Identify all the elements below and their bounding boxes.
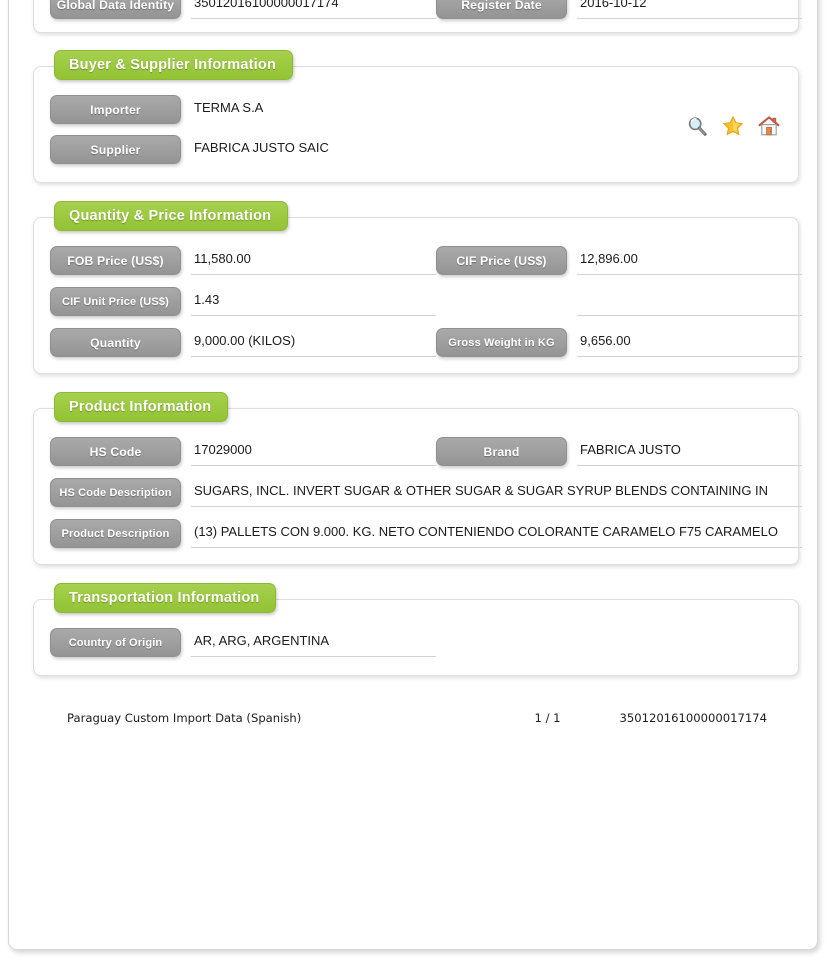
document-page: Global Data Identity 3501201610000001717… [8, 0, 818, 950]
document-footer: Paraguay Custom Import Data (Spanish) 1 … [33, 703, 799, 733]
field-row: Quantity 9,000.00 (KILOS) Gross Weight i… [50, 328, 802, 357]
field-value-cif-unit-price: 1.43 [191, 287, 436, 316]
field-hs-code: HS Code 17029000 [50, 437, 436, 466]
field-value-supplier: FABRICA JUSTO SAIC [194, 140, 329, 155]
field-value-fob-price: 11,580.00 [191, 246, 436, 275]
field-quantity: Quantity 9,000.00 (KILOS) [50, 328, 436, 357]
section-card-transportation: Transportation Information Country of Or… [33, 583, 799, 676]
section-title-buyer-supplier: Buyer & Supplier Information [54, 50, 294, 80]
section-title-product: Product Information [54, 392, 229, 422]
field-supplier: Supplier FABRICA JUSTO SAIC [50, 135, 436, 164]
field-value-importer: TERMA S.A [194, 100, 264, 115]
field-rows-identity: Global Data Identity 3501201610000001717… [50, 0, 802, 19]
field-fob-price: FOB Price (US$) 11,580.00 [50, 246, 436, 275]
field-label-quantity: Quantity [50, 328, 181, 357]
field-row: HS Code 17029000 Brand FABRICA JUSTO [50, 437, 802, 466]
field-label-fob-price: FOB Price (US$) [50, 246, 181, 275]
field-row: Product Description (13) PALLETS CON 9.0… [50, 519, 802, 548]
field-value-gross-weight: 9,656.00 [577, 328, 802, 357]
field-global-data-identity: Global Data Identity 3501201610000001717… [50, 0, 436, 19]
footer-source-label: Paraguay Custom Import Data (Spanish) [67, 711, 302, 725]
field-value-hs-code: 17029000 [191, 437, 436, 466]
section-card-buyer-supplier: Buyer & Supplier Information Importer TE… [33, 50, 799, 183]
field-register-date: Register Date 2016-10-12 [436, 0, 802, 19]
star-icon[interactable] [722, 115, 744, 137]
field-value-cif-price: 12,896.00 [577, 246, 802, 275]
section-card-quantity-price: Quantity & Price Information FOB Price (… [33, 201, 802, 374]
search-icon[interactable] [686, 115, 708, 137]
field-cif-unit-price: CIF Unit Price (US$) 1.43 [50, 287, 436, 316]
field-spacer [436, 287, 802, 316]
field-label-global-data-identity: Global Data Identity [50, 0, 181, 19]
home-icon[interactable] [758, 115, 780, 137]
field-country-of-origin: Country of Origin AR, ARG, ARGENTINA [50, 628, 436, 657]
field-label-brand: Brand [436, 437, 567, 466]
field-label-country-of-origin: Country of Origin [50, 628, 181, 657]
document-body: Global Data Identity 3501201610000001717… [9, 0, 817, 733]
footer-record-id: 35012016100000017174 [619, 711, 767, 725]
field-rows-product: HS Code 17029000 Brand FABRICA JUSTO HS … [50, 437, 802, 548]
field-importer: Importer TERMA S.A [50, 95, 436, 124]
field-rows-quantity-price: FOB Price (US$) 11,580.00 CIF Price (US$… [50, 246, 802, 357]
field-gross-weight: Gross Weight in KG 9,656.00 [436, 328, 802, 357]
field-product-description: Product Description (13) PALLETS CON 9.0… [50, 519, 802, 548]
field-hs-code-description: HS Code Description SUGARS, INCL. INVERT… [50, 478, 802, 507]
field-label-gross-weight: Gross Weight in KG [436, 328, 567, 357]
field-label-importer: Importer [50, 95, 181, 124]
field-cif-price: CIF Price (US$) 12,896.00 [436, 246, 802, 275]
field-row: FOB Price (US$) 11,580.00 CIF Price (US$… [50, 246, 802, 275]
field-label-product-description: Product Description [50, 519, 181, 548]
section-title-transportation: Transportation Information [54, 583, 277, 613]
field-value-spacer [577, 287, 802, 316]
field-row: Country of Origin AR, ARG, ARGENTINA [50, 628, 784, 657]
field-rows-transportation: Country of Origin AR, ARG, ARGENTINA [50, 628, 784, 657]
field-label-cif-unit-price: CIF Unit Price (US$) [50, 287, 181, 316]
field-value-country-of-origin: AR, ARG, ARGENTINA [191, 628, 436, 657]
field-row: HS Code Description SUGARS, INCL. INVERT… [50, 478, 802, 507]
field-value-quantity: 9,000.00 (KILOS) [191, 328, 436, 357]
field-label-hs-code: HS Code [50, 437, 181, 466]
field-value-product-description: (13) PALLETS CON 9.000. KG. NETO CONTENI… [191, 519, 802, 548]
footer-page-number: 1 / 1 [534, 711, 561, 725]
field-row: Importer TERMA S.A [50, 95, 784, 124]
field-value-global-data-identity: 35012016100000017174 [191, 0, 436, 19]
field-row: Global Data Identity 3501201610000001717… [50, 0, 802, 19]
field-label-cif-price: CIF Price (US$) [436, 246, 567, 275]
field-value-brand: FABRICA JUSTO [577, 437, 802, 466]
field-value-register-date: 2016-10-12 [577, 0, 802, 19]
field-label-hs-code-description: HS Code Description [50, 478, 181, 507]
field-row: Supplier FABRICA JUSTO SAIC [50, 135, 784, 164]
field-value-hs-code-description: SUGARS, INCL. INVERT SUGAR & OTHER SUGAR… [191, 478, 802, 507]
field-row: CIF Unit Price (US$) 1.43 [50, 287, 802, 316]
field-brand: Brand FABRICA JUSTO [436, 437, 802, 466]
record-action-icons [686, 115, 780, 137]
field-rows-buyer-supplier: Importer TERMA S.A Supplier FABRICA JUST… [50, 95, 784, 164]
section-card-product: Product Information HS Code 17029000 Bra… [33, 392, 802, 565]
section-title-quantity-price: Quantity & Price Information [54, 201, 289, 231]
field-label-supplier: Supplier [50, 135, 181, 164]
field-label-register-date: Register Date [436, 0, 567, 19]
section-card-identity: Global Data Identity 3501201610000001717… [33, 0, 802, 33]
